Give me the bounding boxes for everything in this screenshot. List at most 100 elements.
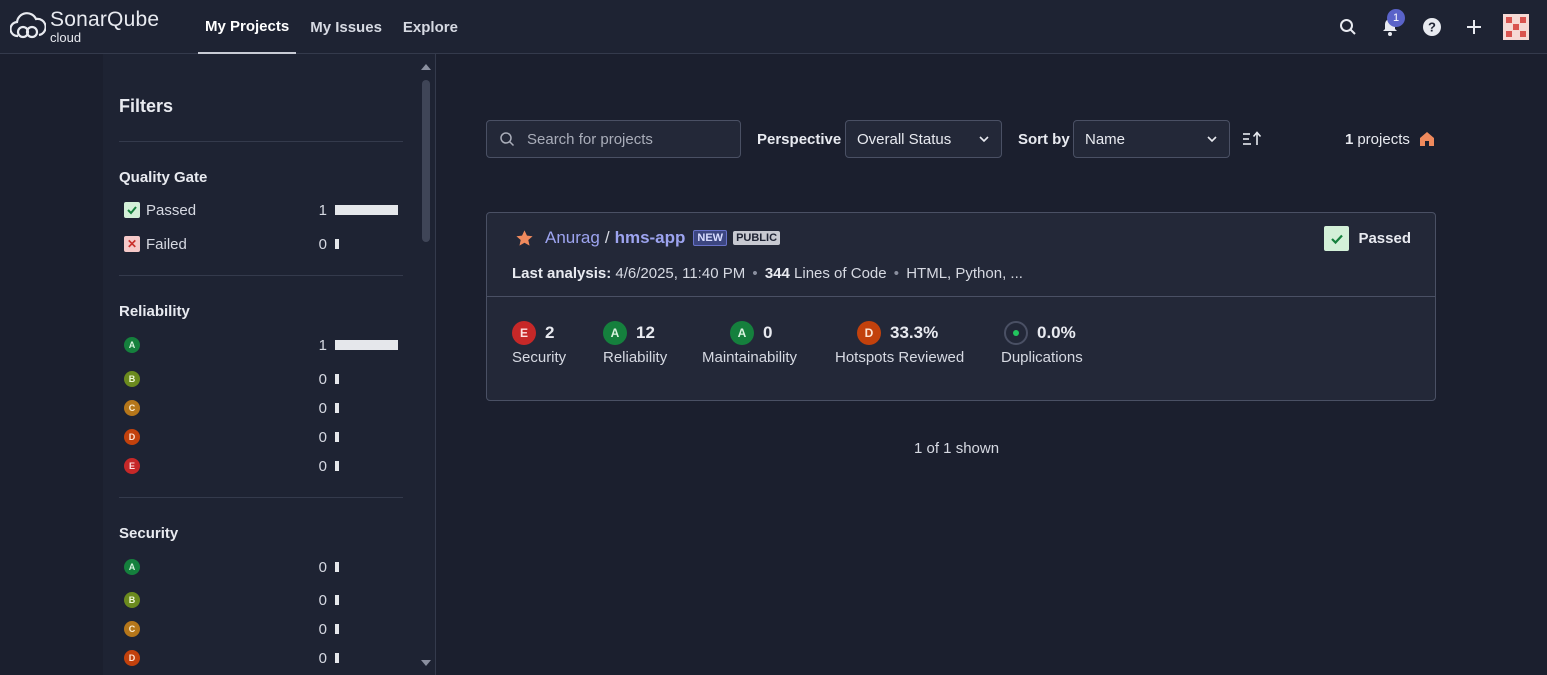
project-name-link[interactable]: hms-app <box>615 228 686 248</box>
create-button[interactable] <box>1457 10 1491 44</box>
top-actions: 1 ? <box>1323 9 1529 44</box>
sonarqube-logo[interactable]: SonarQube cloud <box>10 8 159 44</box>
metric-value: 0 <box>763 323 773 342</box>
nav-my-projects[interactable]: My Projects <box>198 0 297 54</box>
project-count: 1 projects <box>1345 130 1436 148</box>
sort-direction-button[interactable] <box>1242 130 1262 153</box>
metric-security[interactable]: E 2 Security <box>512 320 566 366</box>
grade-badge: A <box>603 321 627 345</box>
facet-count: 0 <box>318 558 327 576</box>
nav-my-issues[interactable]: My Issues <box>303 0 389 54</box>
metric-hotspots[interactable]: D 33.3% Hotspots Reviewed <box>835 320 964 366</box>
facet-bar <box>335 461 339 471</box>
facet-count: 0 <box>318 370 327 388</box>
facet-reliability-c[interactable]: C0 <box>119 395 403 421</box>
facet-reliability-b[interactable]: B0 <box>119 366 403 392</box>
divider <box>119 141 403 142</box>
facet-security-b[interactable]: B0 <box>119 587 403 613</box>
sort-select[interactable]: Name <box>1073 120 1230 158</box>
chevron-down-icon <box>1207 136 1217 143</box>
scroll-up-icon[interactable] <box>420 62 432 72</box>
results-shown: 1 of 1 shown <box>914 440 1000 457</box>
grade-badge: C <box>124 400 140 416</box>
quality-gate-status: Passed <box>1324 226 1411 251</box>
grade-badge: A <box>124 337 140 353</box>
facet-bar <box>335 340 398 350</box>
metric-label: Security <box>512 349 567 366</box>
metric-label: Hotspots Reviewed <box>835 349 965 366</box>
metric-label: Duplications <box>1001 349 1083 366</box>
grade-badge: D <box>124 429 140 445</box>
sidebar-scrollbar[interactable] <box>420 58 432 675</box>
new-badge: NEW <box>693 230 728 246</box>
metric-maintainability[interactable]: A 0 Maintainability <box>702 320 797 366</box>
facet-quality-gate-title: Quality Gate <box>119 169 208 186</box>
sort-value: Name <box>1085 130 1126 148</box>
facet-count: 0 <box>318 399 327 417</box>
metric-duplications[interactable]: 0.0% Duplications <box>1001 320 1083 366</box>
sort-label: Sort by <box>1018 131 1070 148</box>
facet-reliability-title: Reliability <box>119 303 190 320</box>
project-count-suffix: projects <box>1357 130 1410 148</box>
perspective-select[interactable]: Overall Status <box>845 120 1002 158</box>
grade-badge: B <box>124 371 140 387</box>
notification-count-badge: 1 <box>1387 9 1405 27</box>
facet-reliability-d[interactable]: D0 <box>119 424 403 450</box>
facet-reliability-a[interactable]: A1 <box>119 332 403 358</box>
home-icon[interactable] <box>1418 130 1436 148</box>
facet-security-a[interactable]: A0 <box>119 554 403 580</box>
facet-count: 0 <box>318 235 327 253</box>
favorite-star-icon[interactable] <box>515 229 534 248</box>
brand-name: SonarQube <box>50 7 160 31</box>
quality-gate-label: Passed <box>1358 230 1411 247</box>
filters-sidebar: Filters Quality Gate Passed 1 ✕ Failed 0… <box>103 54 436 675</box>
passed-check-icon <box>1324 226 1350 251</box>
facet-security-d[interactable]: D0 <box>119 645 403 671</box>
help-button[interactable]: ? <box>1415 10 1449 44</box>
public-badge: PUBLIC <box>733 231 781 245</box>
metric-value: 2 <box>545 323 555 342</box>
search-input[interactable] <box>527 130 727 148</box>
user-avatar[interactable] <box>1503 14 1529 40</box>
scroll-thumb[interactable] <box>422 80 430 242</box>
analysis-date: 4/6/2025, 11:40 PM <box>615 265 746 282</box>
duplications-indicator-icon <box>1004 321 1028 345</box>
metric-reliability[interactable]: A 12 Reliability <box>603 320 667 366</box>
facet-reliability-e[interactable]: E0 <box>119 453 403 479</box>
languages: HTML, Python, ... <box>906 265 1023 282</box>
avatar-pattern-icon <box>1503 14 1529 40</box>
chevron-down-icon <box>979 136 989 143</box>
facet-qg-failed[interactable]: ✕ Failed 0 <box>119 231 403 257</box>
passed-check-icon <box>124 202 140 218</box>
scroll-down-icon[interactable] <box>420 658 432 668</box>
nav-explore[interactable]: Explore <box>396 0 465 54</box>
metric-label: Reliability <box>603 349 668 366</box>
divider <box>119 497 403 498</box>
facet-count: 0 <box>318 457 327 475</box>
project-org-link[interactable]: Anurag <box>545 228 600 248</box>
svg-text:?: ? <box>1428 20 1436 35</box>
loc-value: 344 <box>764 265 790 282</box>
project-count-number: 1 <box>1345 130 1354 148</box>
grade-badge: C <box>124 621 140 637</box>
facet-qg-passed[interactable]: Passed 1 <box>119 197 403 223</box>
facet-count: 0 <box>318 620 327 638</box>
metric-value: 0.0% <box>1037 323 1076 342</box>
perspective-value: Overall Status <box>857 130 952 148</box>
project-separator: / <box>604 228 610 247</box>
facet-bar <box>335 562 339 572</box>
facet-label: Passed <box>146 201 197 219</box>
plus-icon <box>1467 20 1481 34</box>
search-box[interactable] <box>486 120 741 158</box>
facet-count: 1 <box>318 201 327 219</box>
facet-bar <box>335 595 339 605</box>
search-button[interactable] <box>1331 10 1365 44</box>
analysis-label: Last analysis: <box>512 265 612 282</box>
main-content: Perspective Overall Status Sort by Name … <box>436 54 1547 675</box>
dot-separator: • <box>752 265 758 282</box>
facet-bar <box>335 374 339 384</box>
perspective-label: Perspective <box>757 131 842 148</box>
top-navigation: SonarQube cloud My Projects My Issues Ex… <box>0 0 1547 54</box>
notifications-button[interactable]: 1 <box>1373 9 1407 44</box>
facet-security-c[interactable]: C0 <box>119 616 403 642</box>
